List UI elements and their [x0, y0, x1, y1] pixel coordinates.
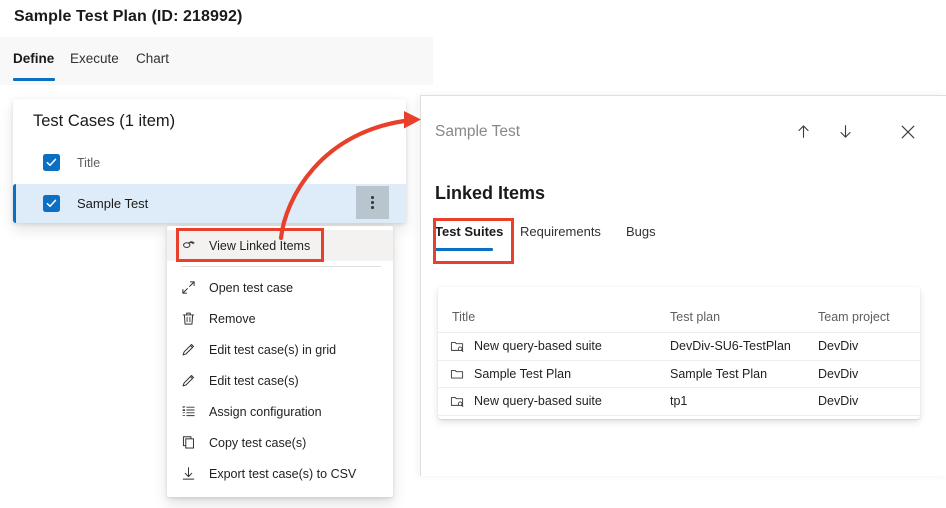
tab-define[interactable]: Define: [13, 51, 54, 66]
arrow-up-icon: [795, 123, 812, 145]
menu-item-assign-configuration[interactable]: Assign configuration: [167, 396, 393, 427]
folder-suite-icon: [450, 367, 474, 381]
row-context-menu: View Linked Items Open test case Remove: [167, 226, 393, 497]
menu-item-label: Copy test case(s): [209, 435, 307, 450]
panel-tab-test-suites[interactable]: Test Suites: [435, 224, 503, 239]
panel-tab-requirements[interactable]: Requirements: [520, 224, 601, 239]
close-panel-button[interactable]: [894, 120, 922, 148]
download-icon: [167, 466, 209, 481]
test-case-row-sample-test[interactable]: Sample Test: [13, 184, 406, 223]
menu-item-label: Edit test case(s): [209, 373, 299, 388]
table-cell-title: New query-based suite: [438, 339, 670, 353]
table-header-row: Title Test plan Team project: [438, 287, 920, 333]
pencil-icon: [167, 373, 209, 388]
test-case-title: Sample Test: [77, 196, 149, 211]
menu-item-label: View Linked Items: [209, 238, 311, 253]
table-cell-title: Sample Test Plan: [438, 367, 670, 381]
menu-item-label: Export test case(s) to CSV: [209, 466, 357, 481]
tab-chart[interactable]: Chart: [136, 51, 169, 66]
list-icon: [167, 404, 209, 419]
menu-item-view-linked-items[interactable]: View Linked Items: [167, 230, 393, 261]
menu-item-edit-test-cases[interactable]: Edit test case(s): [167, 365, 393, 396]
table-cell-team-project: DevDiv: [818, 339, 859, 354]
column-header-title: Title: [77, 155, 101, 170]
table-cell-team-project: DevDiv: [818, 366, 859, 381]
menu-item-label: Edit test case(s) in grid: [209, 342, 337, 357]
menu-item-copy-test-cases[interactable]: Copy test case(s): [167, 427, 393, 458]
table-cell-title-text: New query-based suite: [474, 339, 602, 354]
column-header-team-project: Team project: [818, 310, 890, 324]
menu-item-edit-test-cases-in-grid[interactable]: Edit test case(s) in grid: [167, 334, 393, 365]
panel-tab-bugs[interactable]: Bugs: [626, 224, 656, 239]
menu-item-label: Open test case: [209, 280, 294, 295]
primary-tabbar: Define Execute Chart: [0, 37, 433, 85]
previous-item-button[interactable]: [789, 120, 817, 148]
menu-item-label: Assign configuration: [209, 404, 322, 419]
table-row[interactable]: Sample Test Plan Sample Test Plan DevDiv: [438, 361, 920, 388]
table-cell-test-plan: tp1: [670, 394, 688, 409]
test-cases-header-row: Title: [13, 143, 406, 182]
menu-item-open-test-case[interactable]: Open test case: [167, 272, 393, 303]
table-cell-test-plan: Sample Test Plan: [670, 366, 768, 381]
table-row[interactable]: New query-based suite tp1 DevDiv: [438, 388, 920, 416]
copy-icon: [167, 435, 209, 450]
open-arrows-icon: [167, 280, 209, 295]
query-suite-icon: [450, 339, 474, 353]
column-header-test-plan: Test plan: [670, 310, 721, 324]
linked-items-heading: Linked Items: [435, 183, 546, 203]
more-dot: [371, 201, 374, 204]
test-cases-heading: Test Cases (1 item): [33, 112, 176, 130]
column-header-title: Title: [452, 310, 476, 324]
page-title: Sample Test Plan (ID: 218992): [14, 8, 243, 25]
more-dot: [371, 206, 374, 209]
tab-execute[interactable]: Execute: [70, 51, 119, 66]
table-row[interactable]: New query-based suite DevDiv-SU6-TestPla…: [438, 333, 920, 361]
row-checkbox[interactable]: [43, 195, 60, 212]
next-item-button[interactable]: [831, 120, 859, 148]
pencil-icon: [167, 342, 209, 357]
menu-item-label: Remove: [209, 311, 256, 326]
active-tab-indicator: [13, 78, 55, 81]
table-cell-title: New query-based suite: [438, 394, 670, 408]
menu-item-export-test-cases-to-csv[interactable]: Export test case(s) to CSV: [167, 458, 393, 489]
query-suite-icon: [450, 394, 474, 408]
row-more-actions-button[interactable]: [356, 186, 389, 219]
table-cell-title-text: New query-based suite: [474, 394, 602, 409]
close-icon: [899, 123, 917, 146]
test-cases-card: Test Cases (1 item) Title Sample Test: [13, 99, 406, 223]
panel-active-tab-indicator: [435, 248, 493, 251]
detail-panel-subtitle: Sample Test: [435, 123, 521, 140]
more-dot: [371, 196, 374, 199]
linked-items-table: Title Test plan Team project New query-b…: [438, 287, 920, 419]
menu-item-remove[interactable]: Remove: [167, 303, 393, 334]
table-cell-test-plan: DevDiv-SU6-TestPlan: [670, 339, 791, 354]
menu-separator: [181, 266, 381, 267]
table-cell-team-project: DevDiv: [818, 394, 859, 409]
select-all-checkbox[interactable]: [43, 154, 60, 171]
arrow-down-icon: [837, 123, 854, 145]
trash-icon: [167, 311, 209, 326]
link-icon: [167, 238, 209, 253]
table-cell-title-text: Sample Test Plan: [474, 366, 572, 381]
